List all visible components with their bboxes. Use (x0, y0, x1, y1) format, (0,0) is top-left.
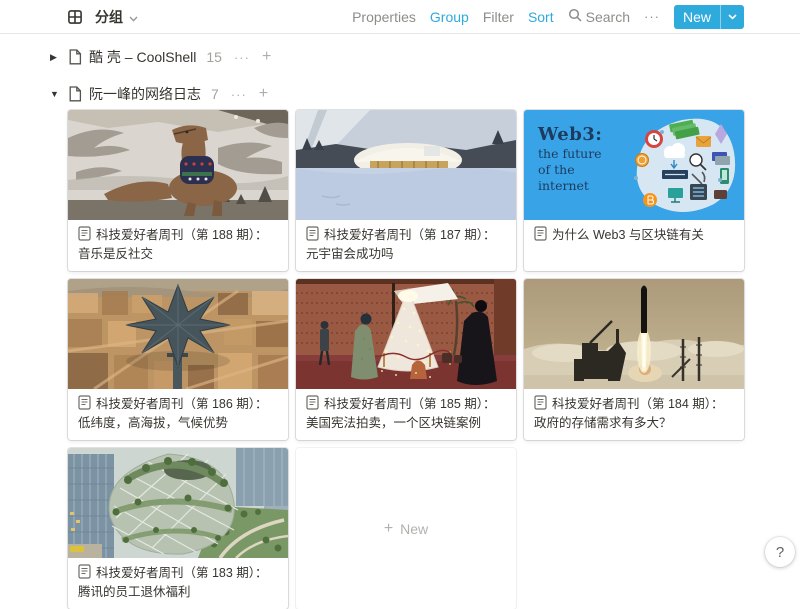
cover-star-cityscape (68, 279, 288, 389)
page-text-icon (78, 395, 91, 415)
web3-line: of the (538, 162, 602, 177)
plus-icon: + (384, 520, 393, 538)
card-title: 科技爱好者周刊（第 184 期）：政府的存储需求有多大？ (524, 389, 744, 440)
group-title[interactable]: 阮一峰的网络日志 (89, 84, 201, 104)
card-title: 科技爱好者周刊（第 186 期）：低纬度，高海拔，气候优势 (68, 389, 288, 440)
page-text-icon (534, 395, 547, 415)
gallery-body: ▶ 酷 壳 – CoolShell 15 ··· + ▼ 阮一峰的网络日志 7 … (0, 48, 800, 609)
chevron-down-icon[interactable] (721, 5, 744, 29)
card-title: 科技爱好者周刊（第 187 期）：元宇宙会成功吗 (296, 220, 516, 271)
card-title-text: 科技爱好者周刊（第 188 期）：音乐是反社交 (78, 228, 268, 261)
new-card-button[interactable]: + New (296, 448, 516, 609)
properties-button[interactable]: Properties (352, 9, 416, 25)
card-title: 科技爱好者周刊（第 188 期）：音乐是反社交 (68, 220, 288, 271)
card-title-text: 科技爱好者周刊（第 185 期）：美国宪法拍卖，一个区块链案例 (306, 397, 496, 430)
web3-line: the future (538, 146, 602, 161)
help-button[interactable]: ? (765, 537, 795, 567)
search-button[interactable]: Search (568, 8, 630, 25)
card-title: 科技爱好者周刊（第 185 期）：美国宪法拍卖，一个区块链案例 (296, 389, 516, 440)
card-title: 为什么 Web3 与区块链有关 (524, 220, 744, 254)
page-text-icon (306, 226, 319, 246)
page-icon (68, 49, 82, 65)
cover-web3-illustration: Web3: the future of the internet (524, 110, 744, 220)
toggle-collapsed-icon[interactable]: ▶ (50, 52, 68, 63)
gallery-card-185[interactable]: 科技爱好者周刊（第 185 期）：美国宪法拍卖，一个区块链案例 (296, 279, 516, 440)
web3-cover-text: Web3: the future of the internet (538, 124, 602, 193)
gallery-card-187[interactable]: 科技爱好者周刊（第 187 期）：元宇宙会成功吗 (296, 110, 516, 271)
card-title: 科技爱好者周刊（第 183 期）：腾讯的员工退休福利 (68, 558, 288, 609)
page-icon (68, 86, 82, 102)
group-header: ▼ 阮一峰的网络日志 7 ··· + (68, 85, 744, 103)
group-add-icon[interactable]: + (259, 87, 268, 101)
page-text-icon (78, 226, 91, 246)
group-count: 7 (211, 86, 219, 102)
group-add-icon[interactable]: + (262, 50, 271, 64)
group-count: 15 (206, 49, 222, 65)
filter-button[interactable]: Filter (483, 9, 514, 25)
card-title-text: 为什么 Web3 与区块链有关 (552, 228, 704, 242)
gallery-card-188[interactable]: 科技爱好者周刊（第 188 期）：音乐是反社交 (68, 110, 288, 271)
notion-gallery-view: 分组 Properties Group Filter Sort Search ·… (0, 0, 800, 609)
page-text-icon (534, 226, 547, 246)
group-ruanyifeng: ▼ 阮一峰的网络日志 7 ··· + (68, 85, 744, 609)
card-title-text: 科技爱好者周刊（第 184 期）：政府的存储需求有多大？ (534, 397, 724, 430)
cover-snow-stadium (296, 110, 516, 220)
group-coolshell: ▶ 酷 壳 – CoolShell 15 ··· + (68, 48, 744, 66)
card-title-text: 科技爱好者周刊（第 183 期）：腾讯的员工退休福利 (78, 566, 268, 599)
help-label: ? (776, 544, 784, 561)
group-more-icon[interactable]: ··· (231, 87, 247, 102)
view-selector[interactable]: 分组 (68, 7, 138, 27)
web3-line: internet (538, 178, 602, 193)
more-options-icon[interactable]: ··· (644, 9, 660, 24)
card-grid: 科技爱好者周刊（第 188 期）：音乐是反社交 (68, 110, 744, 609)
card-title-text: 科技爱好者周刊（第 187 期）：元宇宙会成功吗 (306, 228, 496, 261)
chevron-down-icon (129, 9, 138, 25)
web3-heading: Web3: (538, 124, 602, 145)
group-more-icon[interactable]: ··· (234, 50, 250, 65)
new-button[interactable]: New (674, 5, 744, 29)
view-toolbar: 分组 Properties Group Filter Sort Search ·… (0, 0, 800, 34)
group-button[interactable]: Group (430, 9, 469, 25)
group-title[interactable]: 酷 壳 – CoolShell (89, 47, 196, 67)
gallery-card-186[interactable]: 科技爱好者周刊（第 186 期）：低纬度，高海拔，气候优势 (68, 279, 288, 440)
new-button-label[interactable]: New (674, 5, 720, 29)
page-text-icon (78, 564, 91, 584)
view-name: 分组 (95, 7, 123, 27)
gallery-card-183[interactable]: 科技爱好者周刊（第 183 期）：腾讯的员工退休福利 (68, 448, 288, 609)
gallery-card-web3[interactable]: Web3: the future of the internet 为什么 Web… (524, 110, 744, 271)
gallery-view-icon (68, 10, 82, 24)
cover-tent-plaza (296, 279, 516, 389)
new-card-label: New (400, 521, 428, 537)
search-label: Search (586, 9, 630, 25)
toolbar-actions: Properties Group Filter Sort Search ··· … (352, 5, 744, 29)
page-text-icon (306, 395, 319, 415)
cover-dinosaur-museum (68, 110, 288, 220)
card-title-text: 科技爱好者周刊（第 186 期）：低纬度，高海拔，气候优势 (78, 397, 268, 430)
cover-helix-building (68, 448, 288, 558)
gallery-card-184[interactable]: 科技爱好者周刊（第 184 期）：政府的存储需求有多大？ (524, 279, 744, 440)
group-header: ▶ 酷 壳 – CoolShell 15 ··· + (68, 48, 744, 66)
sort-button[interactable]: Sort (528, 9, 554, 25)
search-icon (568, 8, 582, 25)
toggle-expanded-icon[interactable]: ▼ (50, 89, 68, 99)
cover-rocket-launch (524, 279, 744, 389)
